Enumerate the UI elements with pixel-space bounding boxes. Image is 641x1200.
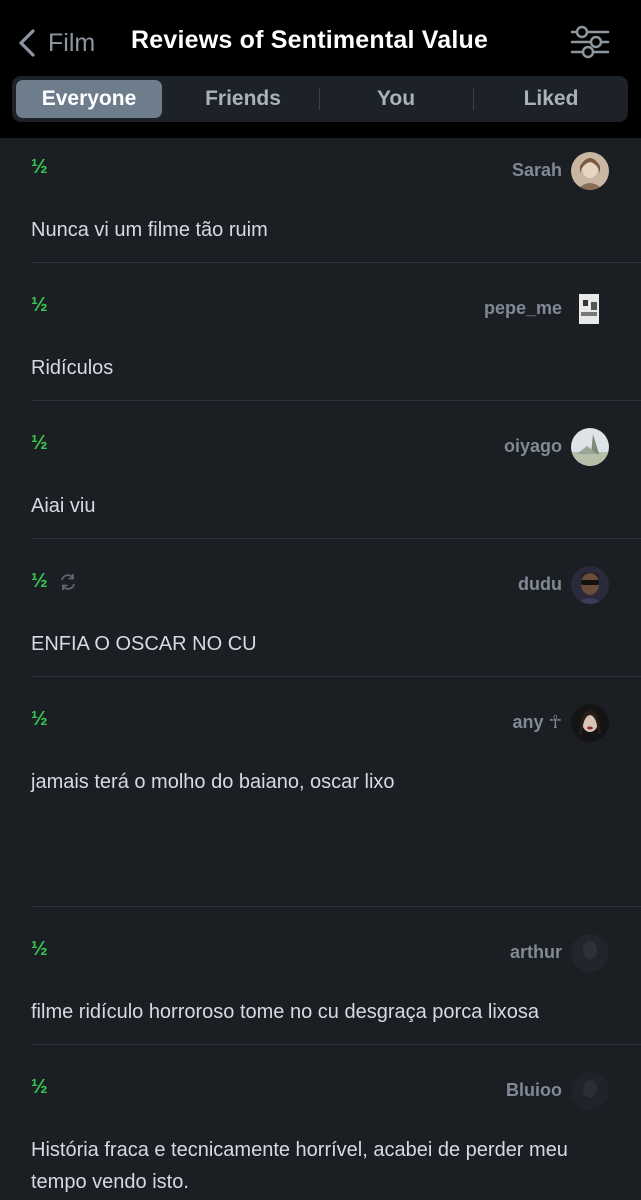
- avatar[interactable]: [571, 152, 609, 190]
- back-button[interactable]: Film: [16, 24, 95, 62]
- star-rating: ½: [31, 708, 48, 730]
- back-label: Film: [48, 28, 96, 57]
- star-rating: ½: [31, 156, 48, 178]
- review-text: filme ridículo horroroso tome no cu desg…: [31, 1001, 540, 1023]
- rewatch-icon: [61, 574, 75, 590]
- star-rating: ½: [31, 1076, 48, 1098]
- divider: [31, 906, 641, 907]
- review-text: ENFIA O OSCAR NO CU: [31, 633, 257, 655]
- tab-bar: Everyone Friends You Liked: [12, 76, 628, 122]
- avatar[interactable]: [571, 934, 609, 972]
- chevron-left-icon: [19, 29, 35, 57]
- divider: [31, 400, 641, 401]
- review-username[interactable]: Sarah: [512, 160, 562, 181]
- review-text: jamais terá o molho do baiano, oscar lix…: [31, 771, 395, 793]
- tab-divider: [473, 88, 474, 110]
- star-rating: ½: [31, 432, 48, 454]
- avatar[interactable]: [571, 428, 609, 466]
- tab-everyone[interactable]: Everyone: [16, 80, 162, 118]
- tab-liked[interactable]: Liked: [478, 80, 624, 118]
- avatar[interactable]: [571, 704, 609, 742]
- review-item[interactable]: ½ dudu ENFIA O OSCAR NO CU: [0, 554, 641, 676]
- page-title: Reviews of Sentimental Value: [131, 26, 489, 54]
- review-username[interactable]: Bluioo: [506, 1080, 562, 1101]
- sliders-icon: [570, 25, 610, 59]
- review-item[interactable]: ½ any ☥ jamais terá o molho do baiano, o…: [0, 692, 641, 906]
- avatar[interactable]: [571, 290, 609, 328]
- review-item[interactable]: ½ arthur filme ridículo horroroso tome n…: [0, 922, 641, 1044]
- avatar[interactable]: [571, 566, 609, 604]
- review-text: História fraca e tecnicamente horrível, …: [31, 1139, 568, 1193]
- top-bar: Film Reviews of Sentimental Value Everyo…: [0, 0, 641, 138]
- review-username[interactable]: arthur: [510, 942, 562, 963]
- filter-button[interactable]: [566, 24, 614, 60]
- review-text: Nunca vi um filme tão ruim: [31, 219, 268, 241]
- avatar[interactable]: [571, 1072, 609, 1110]
- review-item[interactable]: ½ oiyago Aiai viu: [0, 416, 641, 538]
- tab-you[interactable]: You: [323, 80, 469, 118]
- review-item[interactable]: ½ Sarah Nunca vi um filme tão ruim: [0, 140, 641, 262]
- review-text: Ridículos: [31, 357, 114, 379]
- star-rating: ½: [31, 570, 48, 592]
- review-text: Aiai viu: [31, 495, 96, 517]
- star-rating: ½: [31, 938, 48, 960]
- divider: [31, 1044, 641, 1045]
- review-username[interactable]: dudu: [518, 574, 562, 595]
- tab-friends[interactable]: Friends: [170, 80, 316, 118]
- divider: [31, 262, 641, 263]
- review-item[interactable]: ½ Bluioo História fraca e tecnicamente h…: [0, 1060, 641, 1200]
- review-item[interactable]: ½ pepe_me Ridículos: [0, 278, 641, 400]
- star-rating: ½: [31, 294, 48, 316]
- review-username[interactable]: any ☥: [513, 712, 562, 733]
- tab-divider: [319, 88, 320, 110]
- review-username[interactable]: pepe_me: [484, 298, 562, 319]
- divider: [31, 676, 641, 677]
- review-username[interactable]: oiyago: [504, 436, 562, 457]
- divider: [31, 538, 641, 539]
